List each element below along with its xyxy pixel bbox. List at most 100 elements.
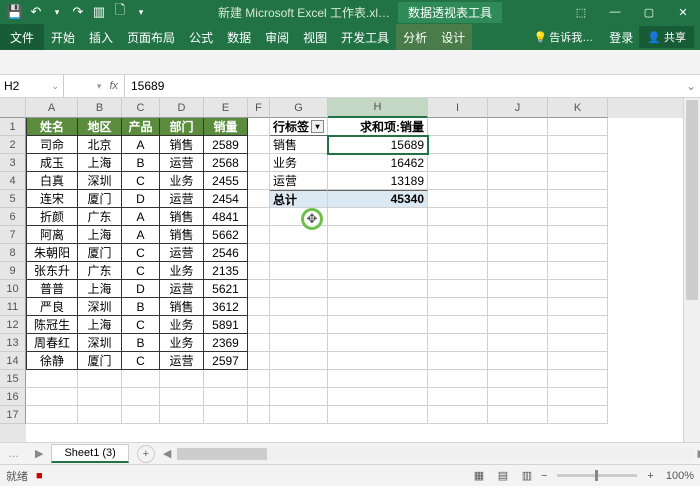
col-header-H[interactable]: H <box>328 98 428 118</box>
cell[interactable]: 销售 <box>270 136 328 154</box>
cell[interactable] <box>488 406 548 424</box>
cell[interactable] <box>270 388 328 406</box>
cell[interactable] <box>122 370 160 388</box>
row-header-8[interactable]: 8 <box>0 244 26 262</box>
cell[interactable] <box>488 154 548 172</box>
cell[interactable]: C <box>122 262 160 280</box>
row-header-3[interactable]: 3 <box>0 154 26 172</box>
cell[interactable]: 上海 <box>78 316 122 334</box>
name-box-dropdown-icon[interactable]: ⌄ <box>51 81 59 92</box>
cell[interactable] <box>548 154 608 172</box>
cell[interactable] <box>548 190 608 208</box>
cell[interactable] <box>270 280 328 298</box>
cell[interactable] <box>428 154 488 172</box>
tab-design[interactable]: 设计 <box>434 24 472 50</box>
cell[interactable] <box>328 244 428 262</box>
tab-view[interactable]: 视图 <box>296 24 334 50</box>
cell[interactable] <box>328 334 428 352</box>
formula-input[interactable]: 15689 <box>124 75 682 97</box>
cell[interactable]: 姓名 <box>26 118 78 136</box>
row-header-12[interactable]: 12 <box>0 316 26 334</box>
cell[interactable]: 广东 <box>78 208 122 226</box>
cell[interactable] <box>26 388 78 406</box>
cell[interactable]: D <box>122 190 160 208</box>
cell[interactable] <box>248 154 270 172</box>
cell[interactable] <box>78 370 122 388</box>
cell[interactable] <box>248 334 270 352</box>
cell[interactable] <box>328 370 428 388</box>
cell[interactable]: 2568 <box>204 154 248 172</box>
row-header-1[interactable]: 1 <box>0 118 26 136</box>
cell[interactable] <box>428 172 488 190</box>
col-header-B[interactable]: B <box>78 98 122 118</box>
close-button[interactable]: ✕ <box>666 0 700 24</box>
cell[interactable]: 成玉 <box>26 154 78 172</box>
cell[interactable] <box>488 226 548 244</box>
vertical-scrollbar[interactable] <box>683 98 700 442</box>
cell[interactable]: 张东升 <box>26 262 78 280</box>
cell[interactable] <box>26 406 78 424</box>
col-header-A[interactable]: A <box>26 98 78 118</box>
cell[interactable]: B <box>122 298 160 316</box>
cell[interactable] <box>488 352 548 370</box>
cell[interactable]: B <box>122 154 160 172</box>
row-header-17[interactable]: 17 <box>0 406 26 424</box>
cell[interactable]: 2135 <box>204 262 248 280</box>
cell[interactable]: 3612 <box>204 298 248 316</box>
col-header-G[interactable]: G <box>270 98 328 118</box>
cell[interactable]: 厦门 <box>78 244 122 262</box>
col-header-F[interactable]: F <box>248 98 270 118</box>
cell[interactable]: D <box>122 280 160 298</box>
cell[interactable]: 朱朝阳 <box>26 244 78 262</box>
cell[interactable] <box>270 370 328 388</box>
row-header-5[interactable]: 5 <box>0 190 26 208</box>
cell[interactable] <box>488 208 548 226</box>
cell[interactable] <box>428 280 488 298</box>
tab-insert[interactable]: 插入 <box>82 24 120 50</box>
tab-developer[interactable]: 开发工具 <box>334 24 396 50</box>
zoom-slider[interactable] <box>557 474 637 477</box>
cell[interactable]: 5662 <box>204 226 248 244</box>
cell[interactable] <box>428 118 488 136</box>
cell[interactable] <box>428 208 488 226</box>
zoom-out-button[interactable]: − <box>541 470 547 482</box>
row-header-13[interactable]: 13 <box>0 334 26 352</box>
cell[interactable]: 普普 <box>26 280 78 298</box>
cell[interactable]: 求和项:销量 <box>328 118 428 136</box>
row-header-6[interactable]: 6 <box>0 208 26 226</box>
cell[interactable]: 部门 <box>160 118 204 136</box>
row-header-10[interactable]: 10 <box>0 280 26 298</box>
cell[interactable] <box>248 226 270 244</box>
cell[interactable] <box>488 298 548 316</box>
cell[interactable] <box>548 334 608 352</box>
row-header-15[interactable]: 15 <box>0 370 26 388</box>
cell[interactable] <box>548 280 608 298</box>
qat-icon-2[interactable]: 🗋 <box>111 3 129 21</box>
cell[interactable]: 运营 <box>160 352 204 370</box>
cell[interactable] <box>270 352 328 370</box>
cell[interactable] <box>428 262 488 280</box>
cell[interactable] <box>248 190 270 208</box>
cell[interactable]: 5891 <box>204 316 248 334</box>
undo-dropdown-icon[interactable]: ▾ <box>48 3 66 21</box>
cell[interactable] <box>248 262 270 280</box>
cell[interactable] <box>548 244 608 262</box>
cell[interactable]: 厦门 <box>78 190 122 208</box>
cell[interactable] <box>548 370 608 388</box>
cell[interactable] <box>548 406 608 424</box>
tab-data[interactable]: 数据 <box>220 24 258 50</box>
sheet-tab-active[interactable]: Sheet1 (3) <box>51 444 128 463</box>
row-header-9[interactable]: 9 <box>0 262 26 280</box>
cell[interactable]: 运营 <box>270 172 328 190</box>
cell[interactable]: A <box>122 226 160 244</box>
record-macro-icon[interactable]: ■ <box>36 470 43 482</box>
cell[interactable] <box>488 244 548 262</box>
cell[interactable] <box>248 370 270 388</box>
tell-me[interactable]: 💡告诉我… <box>534 29 594 45</box>
col-header-K[interactable]: K <box>548 98 608 118</box>
cell[interactable]: 深圳 <box>78 172 122 190</box>
cell[interactable] <box>488 334 548 352</box>
cell[interactable] <box>248 352 270 370</box>
cell[interactable]: 运营 <box>160 154 204 172</box>
cell[interactable]: 上海 <box>78 280 122 298</box>
